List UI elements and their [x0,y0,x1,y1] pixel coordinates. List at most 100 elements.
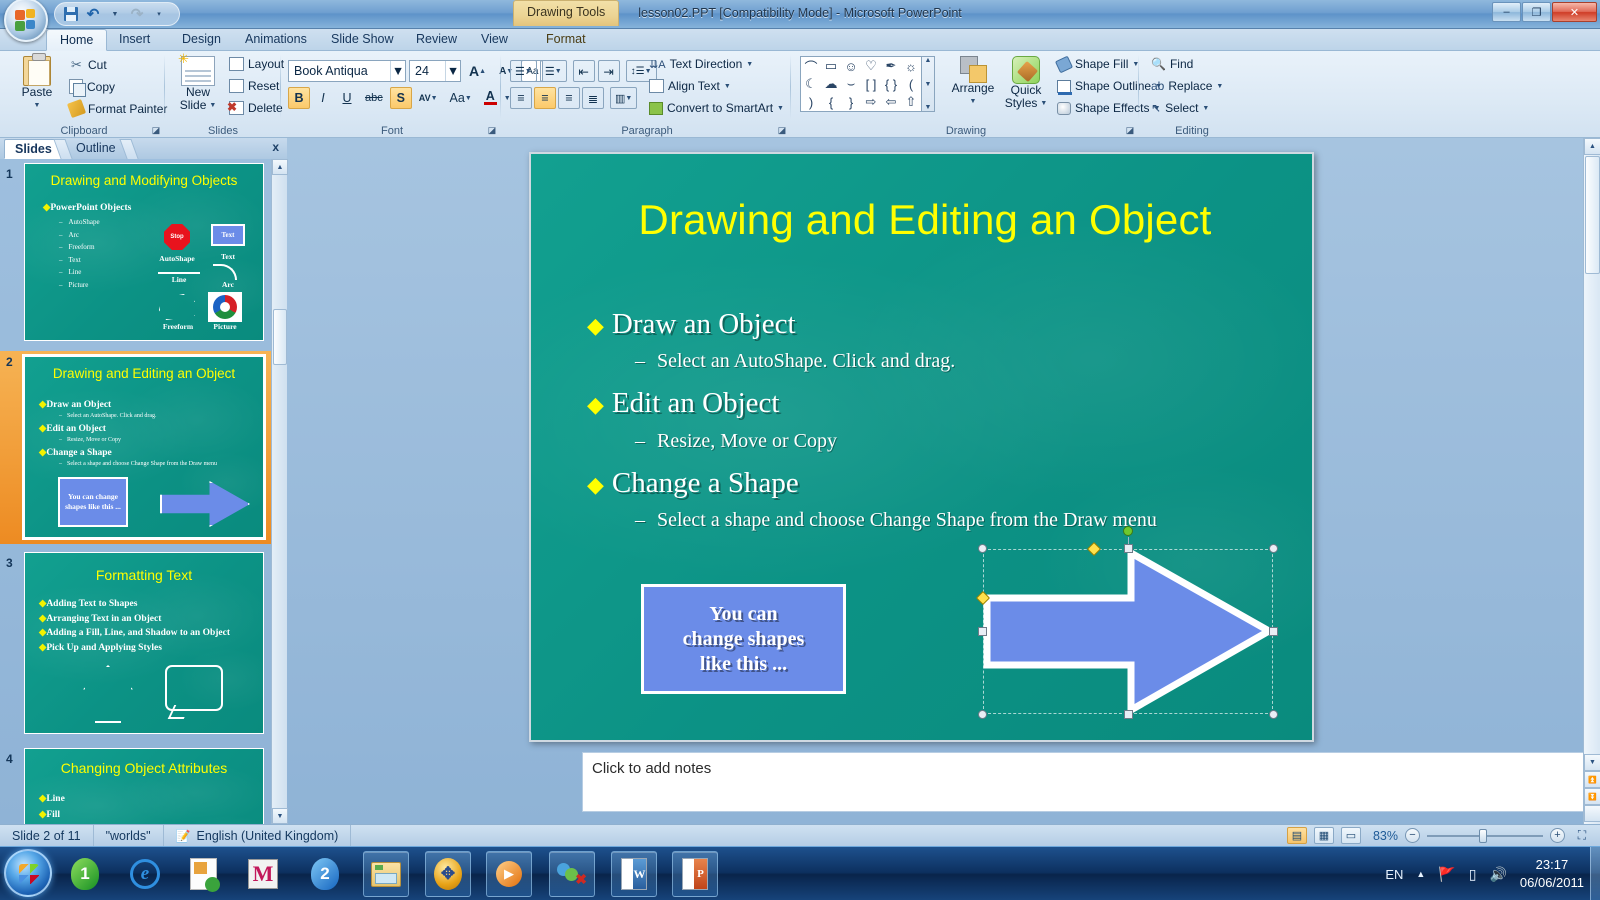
text-shadow-button[interactable]: S [389,87,412,109]
start-button[interactable] [4,849,52,897]
shape-curve-icon[interactable]: ⌣ [841,75,861,93]
minimize-button[interactable]: – [1492,2,1521,22]
shapes-gallery-scrollbar[interactable]: ▲ ▼ ▼ [922,56,935,112]
shapes-gallery-grid[interactable]: ⌒ ▭ ☺ ♡ ✒ ☼ ☾ ☁ ⌣ [ ] { } ( ) {} ⇨ ⇦ ⇧ [800,56,922,112]
view-normal-button[interactable]: ▤ [1287,827,1307,844]
zoom-percentage[interactable]: 83% [1368,829,1398,843]
customize-qat-icon[interactable]: ▾ [149,4,169,24]
shape-moon-icon[interactable]: ☾ [801,75,821,93]
rotate-handle[interactable] [1123,526,1133,551]
replace-button[interactable]: ab Replace ▼ [1148,78,1226,94]
delete-slide-button[interactable]: ✖ Delete [226,100,286,116]
zoom-in-button[interactable]: + [1550,828,1565,843]
network-icon[interactable]: 🚩 [1438,866,1455,883]
scroll-thumb[interactable] [1585,156,1600,274]
fit-slide-to-window-button[interactable]: ⛶ [1572,827,1592,844]
font-name-dropdown-icon[interactable]: ▼ [390,61,405,81]
shapes-more-icon[interactable]: ▼ [925,104,932,111]
thumbnail-preview[interactable]: Changing Object Attributes ◆Line ◆Fill [24,748,264,824]
align-left-button[interactable]: ≡ [510,87,532,109]
shape-up-arrow-icon[interactable]: ⇧ [901,93,921,111]
quick-styles-dropdown-icon[interactable]: ▼ [1040,97,1047,110]
reset-button[interactable]: Reset [226,78,282,94]
strikethrough-button[interactable]: abc [360,87,388,109]
taskbar-item-internet-explorer[interactable]: e [122,851,168,897]
pane-scroll-up-icon[interactable]: ▲ [272,159,288,175]
office-button[interactable] [4,0,48,42]
redo-icon[interactable]: ↷ [127,4,147,24]
slide-title[interactable]: Drawing and Editing an Object [575,196,1275,244]
paragraph-dialog-launcher[interactable]: ◪ [776,124,788,136]
slide-vertical-scrollbar[interactable]: ▲ ▼ ⏫ ⏬ [1583,138,1600,824]
copy-button[interactable]: Copy [66,78,118,97]
resize-handle-sw[interactable] [978,710,987,719]
text-rectangle-shape[interactable]: You can change shapes like this ... [641,584,846,694]
grow-font-button[interactable]: A ▲ [464,60,491,82]
tab-insert[interactable]: Insert [106,29,163,51]
pane-scroll-thumb[interactable] [273,309,287,365]
taskbar-item-utility-app[interactable]: ✥ [425,851,471,897]
taskbar-item-windows-explorer[interactable] [363,851,409,897]
shape-bracket-icon[interactable]: [ ] [861,75,881,93]
shapes-scroll-down-icon[interactable]: ▼ [925,81,932,88]
font-size-combo[interactable]: 24 ▼ [409,60,461,82]
slide-body-placeholder[interactable]: ◆ Draw an Object – Select an AutoShape. … [587,302,1277,546]
tab-home[interactable]: Home [46,29,108,51]
shape-cloud-icon[interactable]: ☁ [821,75,841,93]
arrange-button[interactable]: Arrange ▼ [946,56,1000,108]
shape-heart-icon[interactable]: ♡ [861,57,881,75]
scroll-down-icon[interactable]: ▼ [1584,754,1600,771]
shape-right-bracket-icon[interactable]: ) [801,93,821,111]
shapes-scroll-up-icon[interactable]: ▲ [925,57,932,64]
columns-button[interactable]: ▥ ▼ [610,87,638,109]
align-text-button[interactable]: Align Text ▼ [646,78,734,94]
align-center-button[interactable]: ≡ [534,87,556,109]
shape-lightning-icon[interactable]: ✒ [881,57,901,75]
shapes-gallery[interactable]: ⌒ ▭ ☺ ♡ ✒ ☼ ☾ ☁ ⌣ [ ] { } ( ) {} ⇨ ⇦ ⇧ … [800,56,935,112]
tab-design[interactable]: Design [169,29,234,51]
maximize-button[interactable]: ❐ [1522,2,1551,22]
tab-outline[interactable]: Outline [66,139,126,159]
resize-handle-w[interactable] [978,627,987,636]
increase-indent-button[interactable]: ⇥ [597,60,620,82]
taskbar-item-m-app[interactable]: M [240,851,286,897]
previous-slide-icon[interactable]: ⏫ [1584,771,1600,788]
language-status[interactable]: 📝 English (United Kingdom) [164,824,352,847]
character-spacing-button[interactable]: AV ▼ [414,87,443,109]
tab-format[interactable]: Format [533,29,599,51]
underline-button[interactable]: U [336,87,358,109]
thumbnail-preview[interactable]: Formatting Text ◆Adding Text to Shapes ◆… [24,552,264,734]
numbering-button[interactable]: ☰ ▼ [539,60,567,82]
view-slide-show-button[interactable]: ▭ [1341,827,1361,844]
quick-styles-button[interactable]: Quick Styles ▼ [1002,56,1050,110]
resize-handle-nw[interactable] [978,544,987,553]
close-pane-icon[interactable]: x [272,140,279,154]
find-button[interactable]: 🔍 Find [1148,56,1196,72]
resize-handle-n[interactable] [1124,544,1133,553]
save-icon[interactable] [61,4,81,24]
arrange-dropdown-icon[interactable]: ▼ [970,95,977,108]
bullets-button[interactable]: ☰ ▼ [510,60,537,82]
taskbar-item-contacts-app[interactable]: ✖ [549,851,595,897]
slides-thumbnail-list[interactable]: 1 Drawing and Modifying Objects ◆PowerPo… [0,159,271,824]
show-desktop-button[interactable] [1590,847,1600,900]
thumbnail-slide-1[interactable]: 1 Drawing and Modifying Objects ◆PowerPo… [0,163,271,343]
taskbar-item-windows-live-messenger[interactable]: 1 [62,851,108,897]
shape-right-arrow-icon[interactable]: ⇨ [861,93,881,111]
thumbnail-preview[interactable]: Drawing and Editing an Object ◆Draw an O… [22,354,266,540]
pane-scroll-down-icon[interactable]: ▼ [272,808,288,824]
resize-handle-s[interactable] [1124,710,1133,719]
shape-left-arrow-icon[interactable]: ⇦ [881,93,901,111]
view-slide-sorter-button[interactable]: ▦ [1314,827,1334,844]
undo-icon[interactable]: ↶ [83,4,103,24]
thumbnail-slide-4[interactable]: 4 Changing Object Attributes ◆Line ◆Fill [0,748,271,824]
font-name-combo[interactable]: Book Antiqua ▼ [288,60,406,82]
resize-handle-ne[interactable] [1269,544,1278,553]
clipboard-dialog-launcher[interactable]: ◪ [150,124,162,136]
thumbnail-slide-3[interactable]: 3 Formatting Text ◆Adding Text to Shapes… [0,552,271,740]
slide-counter[interactable]: Slide 2 of 11 [0,824,94,847]
shape-left-bracket-icon[interactable]: ( [901,75,921,93]
resize-handle-se[interactable] [1269,710,1278,719]
shape-brace-icon[interactable]: { } [881,75,901,93]
show-hidden-icons-icon[interactable]: ▲ [1416,869,1425,879]
